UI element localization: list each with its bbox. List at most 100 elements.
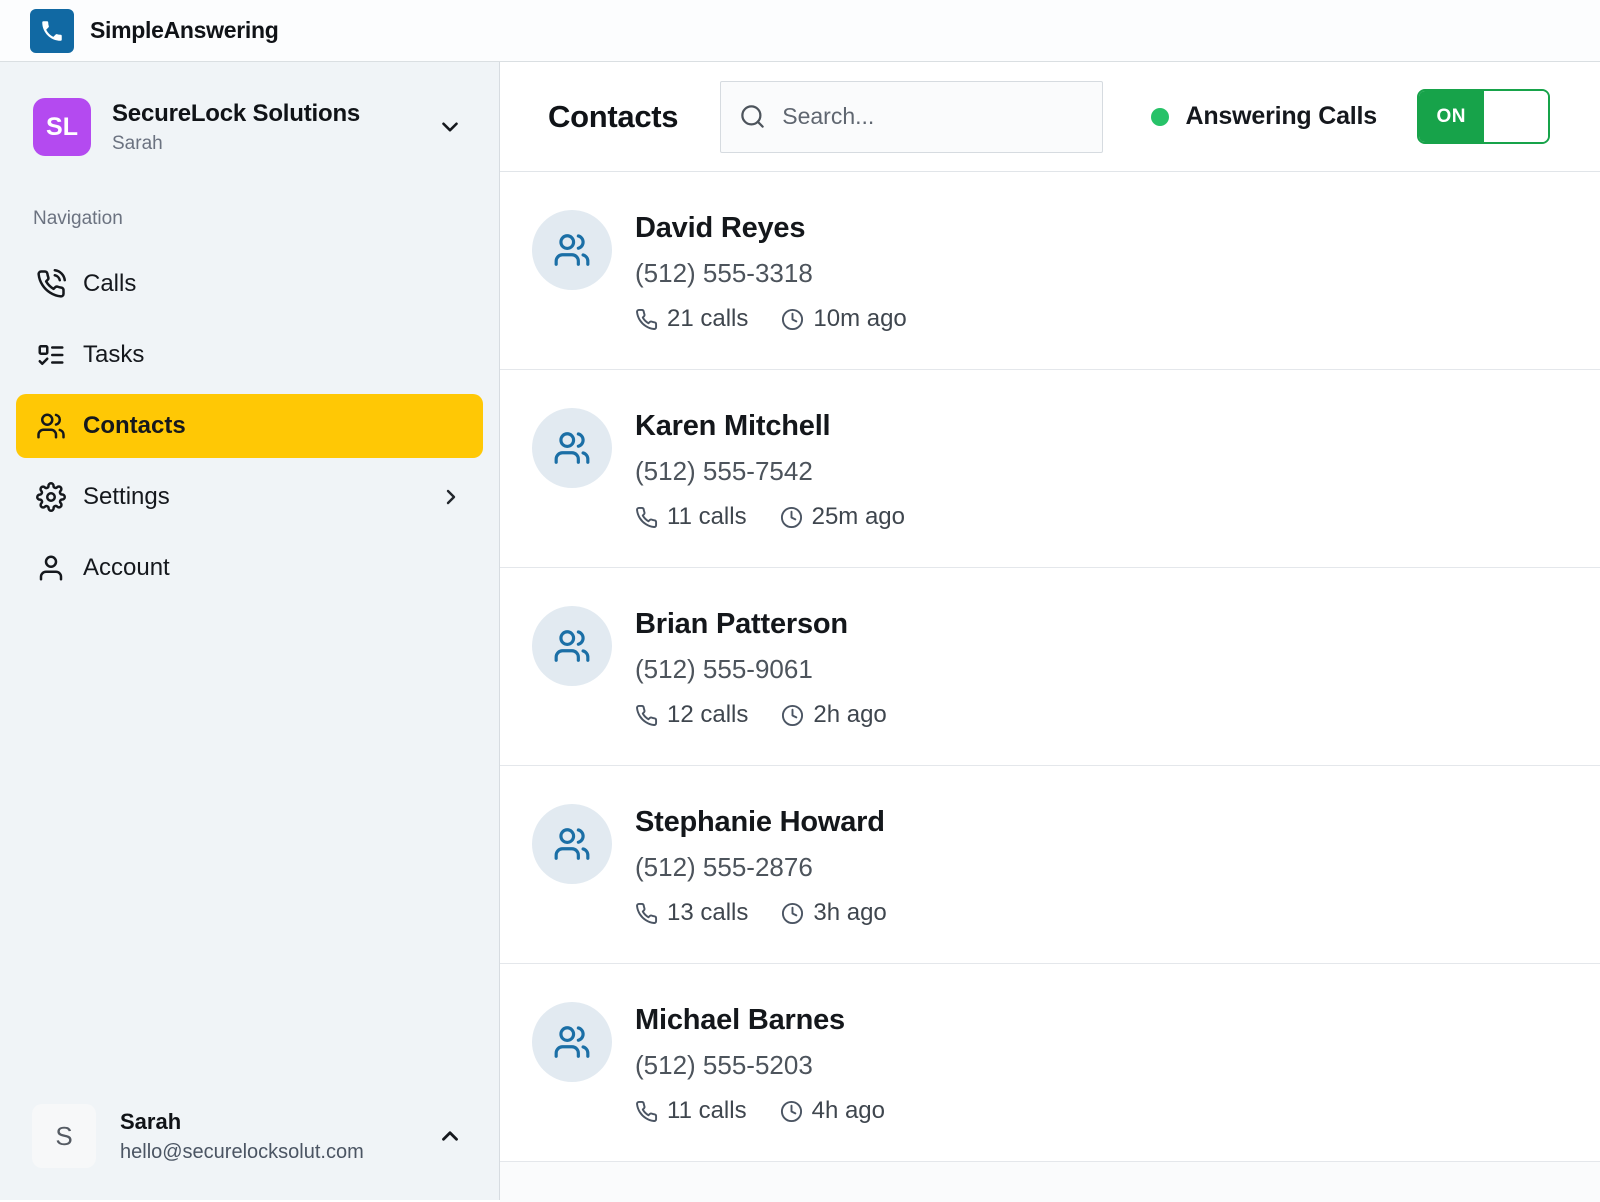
user-icon xyxy=(36,553,66,583)
sidebar: SL SecureLock Solutions Sarah Navigation… xyxy=(0,62,500,1200)
users-icon xyxy=(553,231,591,269)
contact-phone: (512) 555-9061 xyxy=(635,654,813,684)
status-label: Answering Calls xyxy=(1185,102,1378,130)
user-email: hello@securelocksolut.com xyxy=(120,1140,364,1163)
nav-section-label: Navigation xyxy=(33,208,123,229)
org-name: SecureLock Solutions xyxy=(112,99,361,127)
search-icon xyxy=(739,103,766,130)
contact-call-count: 12 calls xyxy=(667,701,749,728)
contact-meta: 11 calls 4h ago xyxy=(635,1097,885,1125)
sidebar-item-label: Tasks xyxy=(83,341,145,368)
contact-phone: (512) 555-7542 xyxy=(635,456,813,486)
clock-icon xyxy=(781,308,804,331)
contact-phone: (512) 555-5203 xyxy=(635,1050,813,1080)
sidebar-item-calls[interactable]: Calls xyxy=(16,252,483,316)
next-row-partial xyxy=(500,1162,1600,1202)
top-bar: SimpleAnswering xyxy=(0,0,1600,62)
contact-call-count: 21 calls xyxy=(667,305,749,332)
contact-last-call: 3h ago xyxy=(813,899,887,926)
sidebar-item-contacts[interactable]: Contacts xyxy=(16,394,483,458)
contact-row[interactable]: Michael Barnes (512) 555-5203 11 calls 4… xyxy=(500,964,1600,1162)
contact-meta: 12 calls 2h ago xyxy=(635,701,887,729)
contact-meta: 13 calls 3h ago xyxy=(635,899,887,927)
sidebar-nav: Calls Tasks Contacts Settings Account xyxy=(0,252,499,600)
contact-row[interactable]: Brian Patterson (512) 555-9061 12 calls … xyxy=(500,568,1600,766)
app-title: SimpleAnswering xyxy=(90,17,279,43)
contact-info: Brian Patterson (512) 555-9061 12 calls … xyxy=(635,606,887,729)
contact-call-count: 13 calls xyxy=(667,899,749,926)
contact-meta: 21 calls 10m ago xyxy=(635,305,907,333)
users-icon xyxy=(553,1023,591,1061)
gear-icon xyxy=(36,482,66,512)
contact-row[interactable]: David Reyes (512) 555-3318 21 calls 10m … xyxy=(500,172,1600,370)
users-icon xyxy=(36,411,66,441)
app-logo xyxy=(30,8,74,53)
phone-icon xyxy=(635,704,658,727)
contact-last-call: 4h ago xyxy=(811,1097,885,1124)
contact-row[interactable]: Stephanie Howard (512) 555-2876 13 calls… xyxy=(500,766,1600,964)
contact-last-call: 2h ago xyxy=(813,701,887,728)
user-avatar: S xyxy=(32,1104,96,1168)
contact-name: Stephanie Howard xyxy=(635,806,885,838)
contacts-header: Contacts Answering Calls ON xyxy=(500,62,1600,172)
toggle-on-label: ON xyxy=(1419,91,1484,142)
chevron-right-icon xyxy=(439,485,463,509)
phone-icon xyxy=(635,308,658,331)
clock-icon xyxy=(781,902,804,925)
contact-name: Karen Mitchell xyxy=(635,410,831,442)
search-box xyxy=(720,80,1104,153)
clock-icon xyxy=(780,1100,803,1123)
contact-phone: (512) 555-3318 xyxy=(635,258,813,288)
sidebar-item-label: Contacts xyxy=(83,412,186,439)
main-content: Contacts Answering Calls ON David Reyes … xyxy=(500,62,1600,1202)
chevron-down-icon xyxy=(437,114,463,140)
sidebar-item-label: Account xyxy=(83,554,170,581)
contact-phone: (512) 555-2876 xyxy=(635,852,813,882)
contact-avatar xyxy=(532,606,612,686)
user-name: Sarah xyxy=(120,1108,182,1134)
users-icon xyxy=(553,627,591,665)
search-input[interactable] xyxy=(782,103,1085,130)
phone-icon xyxy=(39,18,65,44)
contact-call-count: 11 calls xyxy=(667,503,747,530)
phone-icon xyxy=(635,506,658,529)
contact-avatar xyxy=(532,804,612,884)
org-avatar: SL xyxy=(33,98,91,156)
users-icon xyxy=(553,825,591,863)
user-text: Sarah hello@securelocksolut.com xyxy=(120,1109,364,1164)
sidebar-item-settings[interactable]: Settings xyxy=(16,465,483,529)
contact-avatar xyxy=(532,408,612,488)
contact-info: Stephanie Howard (512) 555-2876 13 calls… xyxy=(635,804,887,927)
contact-info: Karen Mitchell (512) 555-7542 11 calls 2… xyxy=(635,408,905,531)
sidebar-item-account[interactable]: Account xyxy=(16,536,483,600)
contact-last-call: 10m ago xyxy=(813,305,907,332)
sidebar-item-tasks[interactable]: Tasks xyxy=(16,323,483,387)
answering-status: Answering Calls ON xyxy=(1150,89,1550,144)
phone-call-icon xyxy=(36,269,66,299)
phone-icon xyxy=(635,1100,658,1123)
sidebar-user-menu[interactable]: S Sarah hello@securelocksolut.com xyxy=(32,1104,463,1168)
contact-avatar xyxy=(532,1002,612,1082)
task-list-icon xyxy=(36,340,66,370)
contact-call-count: 11 calls xyxy=(667,1097,747,1124)
contact-info: Michael Barnes (512) 555-5203 11 calls 4… xyxy=(635,1002,885,1125)
org-subtitle: Sarah xyxy=(112,132,163,154)
clock-icon xyxy=(780,506,803,529)
phone-icon xyxy=(635,902,658,925)
users-icon xyxy=(553,429,591,467)
contact-name: Michael Barnes xyxy=(635,1004,845,1036)
contact-info: David Reyes (512) 555-3318 21 calls 10m … xyxy=(635,210,907,333)
org-switcher[interactable]: SL SecureLock Solutions Sarah xyxy=(0,62,499,156)
contact-meta: 11 calls 25m ago xyxy=(635,503,905,531)
contact-row[interactable]: Karen Mitchell (512) 555-7542 11 calls 2… xyxy=(500,370,1600,568)
clock-icon xyxy=(781,704,804,727)
org-text: SecureLock Solutions Sarah xyxy=(112,100,360,155)
sidebar-item-label: Settings xyxy=(83,483,170,510)
status-dot xyxy=(1150,107,1169,126)
toggle-knob xyxy=(1483,91,1548,142)
chevron-up-icon xyxy=(437,1123,463,1149)
answering-toggle[interactable]: ON xyxy=(1417,89,1550,144)
contact-avatar xyxy=(532,210,612,290)
contact-last-call: 25m ago xyxy=(811,503,905,530)
page-title: Contacts xyxy=(548,98,679,134)
